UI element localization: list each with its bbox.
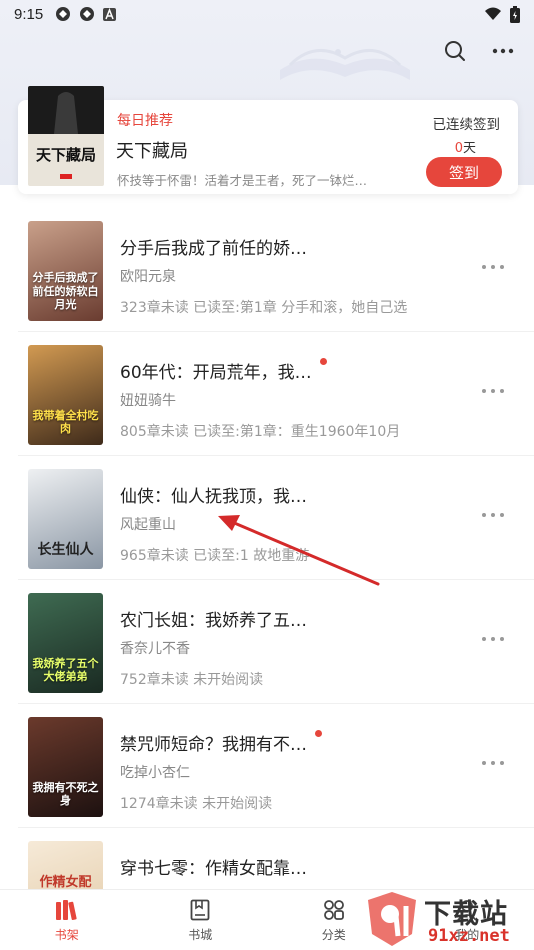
book-author: 欧阳元泉 <box>120 269 176 285</box>
book-more-button[interactable] <box>482 756 504 770</box>
book-progress: 805章未读 已读至:第1章：重生1960年10月 <box>120 424 401 440</box>
book-cover-text: 长生仙人 <box>37 542 94 559</box>
book-title-text: 60年代：开局荒年，我… <box>120 363 312 383</box>
book-illustration-icon <box>280 48 410 80</box>
book-cover[interactable]: 我拥有不死之身 <box>28 717 103 817</box>
recommend-cover-title: 天下藏局 <box>36 146 96 164</box>
sign-in-button[interactable]: 签到 <box>426 157 502 187</box>
more-menu-button[interactable] <box>490 38 516 64</box>
watermark: 下载站 91xz.net <box>362 888 534 950</box>
book-cover-text: 我娇养了五个大佬弟弟 <box>32 656 99 683</box>
tab-category-label: 分类 <box>321 928 346 942</box>
tab-bookshelf[interactable]: 书架 <box>0 890 134 950</box>
book-author: 香奈儿不香 <box>120 641 190 657</box>
notification-a-icon <box>103 7 117 21</box>
unread-update-dot <box>319 358 327 365</box>
sign-days: 0天 <box>455 137 476 156</box>
notification-app-icon-2 <box>80 7 95 21</box>
book-more-button[interactable] <box>482 508 504 522</box>
book-row[interactable]: 分手后我成了前任的娇软白月光 分手后我成了前任的娇… 欧阳元泉 323章未读 已… <box>18 208 534 332</box>
battery-icon <box>510 5 520 23</box>
book-author: 妞妞骑牛 <box>120 393 176 409</box>
sign-days-number: 0 <box>454 141 463 156</box>
recommend-tag: 每日推荐 <box>117 113 173 129</box>
book-more-button[interactable] <box>482 384 504 398</box>
book-author: 吃掉小杏仁 <box>120 765 190 781</box>
notification-app-icon <box>56 7 71 21</box>
watermark-logo-icon <box>368 892 416 946</box>
header-actions <box>442 38 516 64</box>
book-title[interactable]: 禁咒师短命？我拥有不… <box>120 730 322 755</box>
annotation-arrow <box>218 515 380 586</box>
book-title[interactable]: 穿书七零：作精女配靠… <box>120 854 307 879</box>
book-title[interactable]: 农门长姐：我娇养了五… <box>120 606 307 631</box>
tab-bookstore[interactable]: 书城 <box>134 890 268 950</box>
book-progress: 752章未读 未开始阅读 <box>120 672 264 688</box>
book-cover-text: 分手后我成了前任的娇软白月光 <box>32 271 99 311</box>
sign-days-unit: 天 <box>462 141 476 156</box>
book-cover[interactable]: 我娇养了五个大佬弟弟 <box>28 593 103 693</box>
wifi-icon <box>485 7 501 20</box>
book-row[interactable]: 我带着全村吃肉 60年代：开局荒年，我… 妞妞骑牛 805章未读 已读至:第1章… <box>18 332 534 456</box>
watermark-url: 91xz.net <box>428 926 510 946</box>
category-grid-icon <box>323 900 344 920</box>
book-cover[interactable]: 我带着全村吃肉 <box>28 345 103 445</box>
status-bar: 9:15 <box>0 0 534 28</box>
status-time: 9:15 <box>14 5 44 23</box>
recommend-desc: 怀技等于怀雷！活着才是王者，死了一钵烂… <box>117 173 368 188</box>
recommend-book-cover[interactable]: 天下藏局 <box>28 86 104 186</box>
book-title[interactable]: 仙侠：仙人抚我顶，我… <box>120 482 307 507</box>
book-cover[interactable]: 分手后我成了前任的娇软白月光 <box>28 221 103 321</box>
book-icon <box>190 899 210 921</box>
bookshelf-icon <box>55 900 77 921</box>
unread-update-dot <box>315 730 322 737</box>
book-cover[interactable]: 长生仙人 <box>28 469 103 569</box>
daily-recommend-card[interactable]: 天下藏局 每日推荐 天下藏局 怀技等于怀雷！活着才是王者，死了一钵烂… 已连续签… <box>18 86 518 194</box>
book-title-text: 禁咒师短命？我拥有不… <box>120 735 307 755</box>
recommend-cover-art: 天下藏局 <box>28 86 104 186</box>
book-row[interactable]: 我拥有不死之身 禁咒师短命？我拥有不… 吃掉小杏仁 1274章未读 未开始阅读 <box>18 704 534 828</box>
book-more-button[interactable] <box>482 260 504 274</box>
more-dots-icon <box>492 48 514 54</box>
search-button[interactable] <box>442 38 468 64</box>
book-title[interactable]: 分手后我成了前任的娇… <box>120 234 307 259</box>
book-cover-text: 我带着全村吃肉 <box>32 408 99 435</box>
tab-bookshelf-label: 书架 <box>54 928 79 942</box>
book-title[interactable]: 60年代：开局荒年，我… <box>120 358 327 383</box>
book-author: 风起重山 <box>120 517 176 533</box>
search-icon <box>445 41 465 61</box>
book-row[interactable]: 我娇养了五个大佬弟弟 农门长姐：我娇养了五… 香奈儿不香 752章未读 未开始阅… <box>18 580 534 704</box>
tab-bookstore-label: 书城 <box>188 928 213 942</box>
book-progress: 323章未读 已读至:第1章 分手和滚，她自己选 <box>120 300 408 316</box>
sign-status-label: 已连续签到 <box>432 117 501 133</box>
recommend-title[interactable]: 天下藏局 <box>116 137 188 163</box>
book-cover-text: 我拥有不死之身 <box>32 780 99 807</box>
book-progress: 1274章未读 未开始阅读 <box>120 796 273 812</box>
book-more-button[interactable] <box>482 632 504 646</box>
